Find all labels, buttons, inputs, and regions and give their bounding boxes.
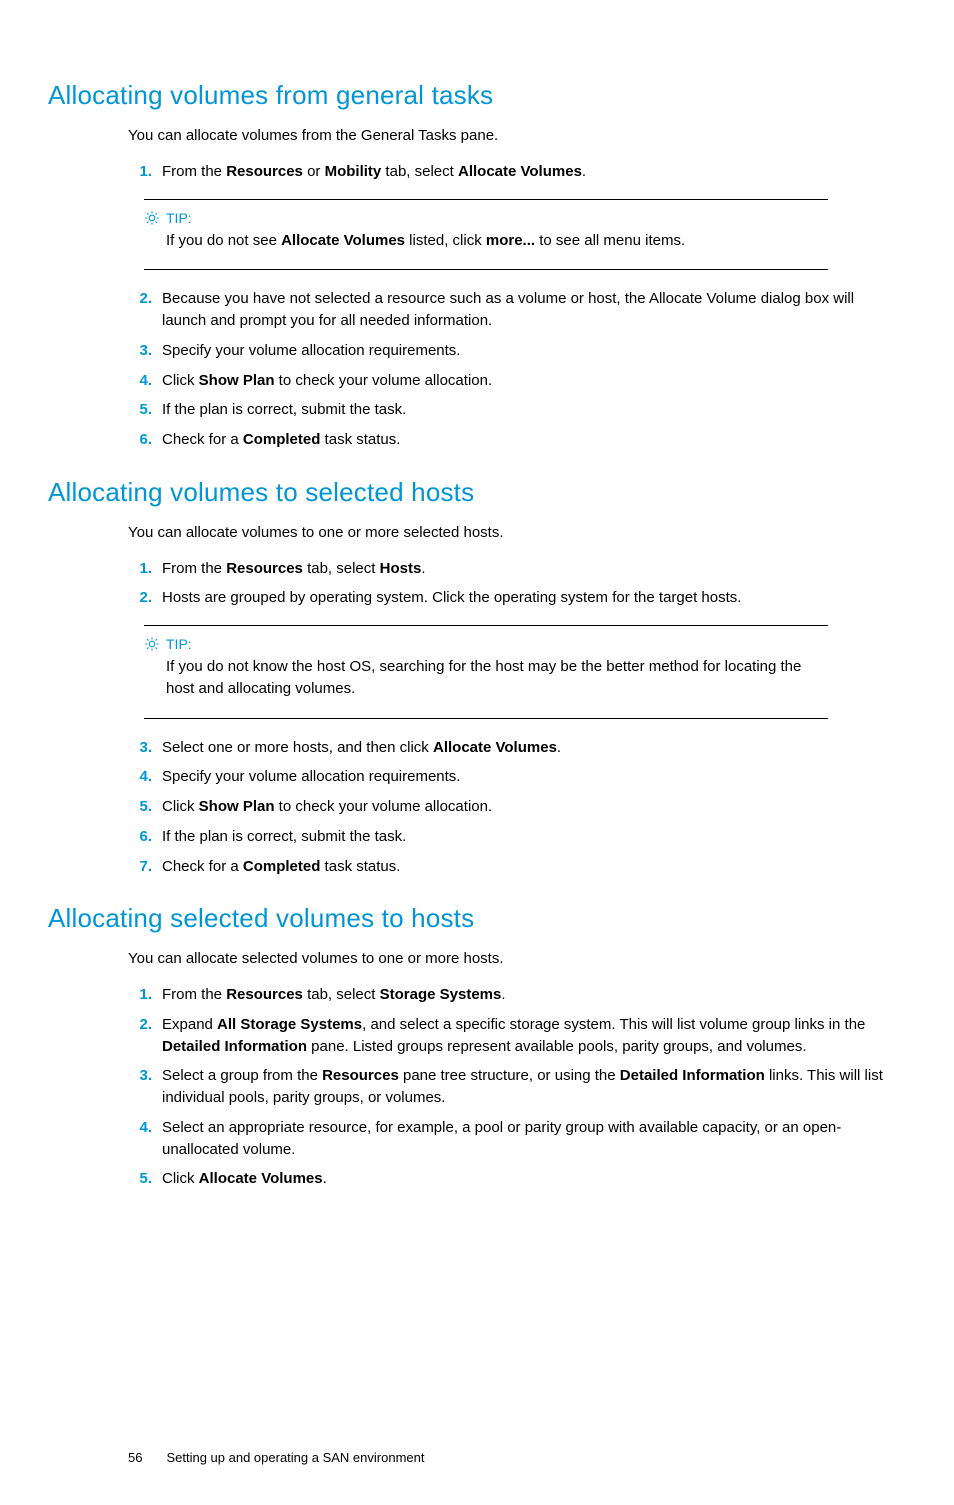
step-number: 5. bbox=[128, 796, 152, 818]
step-item: 3. Select a group from the Resources pane… bbox=[128, 1065, 894, 1109]
page-footer: 56 Setting up and operating a SAN environ… bbox=[128, 1450, 894, 1465]
section-heading: Allocating volumes to selected hosts bbox=[48, 477, 894, 508]
step-list: 3. Select one or more hosts, and then cli… bbox=[128, 737, 894, 878]
step-text: Select a group from the Resources pane t… bbox=[162, 1067, 883, 1106]
step-text: Click Allocate Volumes. bbox=[162, 1170, 327, 1187]
step-text: Check for a Completed task status. bbox=[162, 858, 400, 875]
step-text: If the plan is correct, submit the task. bbox=[162, 401, 406, 418]
tip-box: TIP: If you do not see Allocate Volumes l… bbox=[144, 199, 828, 271]
step-number: 2. bbox=[128, 587, 152, 609]
step-item: 4. Select an appropriate resource, for ex… bbox=[128, 1117, 894, 1161]
step-text: Check for a Completed task status. bbox=[162, 431, 400, 448]
step-item: 3. Select one or more hosts, and then cli… bbox=[128, 737, 894, 759]
section-heading: Allocating selected volumes to hosts bbox=[48, 903, 894, 934]
step-number: 7. bbox=[128, 856, 152, 878]
step-item: 7. Check for a Completed task status. bbox=[128, 856, 894, 878]
step-text: Hosts are grouped by operating system. C… bbox=[162, 589, 741, 606]
step-number: 6. bbox=[128, 429, 152, 451]
lightbulb-icon bbox=[144, 636, 160, 652]
step-number: 4. bbox=[128, 766, 152, 788]
tip-body: If you do not know the host OS, searchin… bbox=[166, 656, 824, 700]
step-item: 1. From the Resources tab, select Hosts. bbox=[128, 558, 894, 580]
step-text: Because you have not selected a resource… bbox=[162, 290, 854, 329]
step-text: From the Resources tab, select Hosts. bbox=[162, 560, 425, 577]
step-text: Click Show Plan to check your volume all… bbox=[162, 372, 492, 389]
tip-body: If you do not see Allocate Volumes liste… bbox=[166, 230, 824, 252]
chapter-title: Setting up and operating a SAN environme… bbox=[166, 1450, 424, 1465]
step-item: 5. If the plan is correct, submit the tas… bbox=[128, 399, 894, 421]
step-item: 5. Click Allocate Volumes. bbox=[128, 1168, 894, 1190]
step-item: 5. Click Show Plan to check your volume a… bbox=[128, 796, 894, 818]
step-item: 1. From the Resources or Mobility tab, se… bbox=[128, 161, 894, 183]
page-number: 56 bbox=[128, 1450, 142, 1465]
step-number: 2. bbox=[128, 1014, 152, 1036]
step-list: 2. Because you have not selected a resour… bbox=[128, 288, 894, 451]
step-number: 3. bbox=[128, 737, 152, 759]
step-item: 3. Specify your volume allocation require… bbox=[128, 340, 894, 362]
step-item: 2. Hosts are grouped by operating system.… bbox=[128, 587, 894, 609]
step-item: 6. If the plan is correct, submit the tas… bbox=[128, 826, 894, 848]
tip-label: TIP: bbox=[166, 636, 192, 652]
step-list: 1. From the Resources tab, select Storage… bbox=[128, 984, 894, 1190]
step-item: 4. Specify your volume allocation require… bbox=[128, 766, 894, 788]
step-number: 5. bbox=[128, 1168, 152, 1190]
document-page: Allocating volumes from general tasks You… bbox=[0, 0, 954, 1505]
step-number: 5. bbox=[128, 399, 152, 421]
section-heading: Allocating volumes from general tasks bbox=[48, 80, 894, 111]
section-intro: You can allocate selected volumes to one… bbox=[128, 948, 894, 970]
step-number: 1. bbox=[128, 984, 152, 1006]
step-text: Select one or more hosts, and then click… bbox=[162, 739, 561, 756]
step-number: 3. bbox=[128, 1065, 152, 1087]
step-item: 2. Expand All Storage Systems, and select… bbox=[128, 1014, 894, 1058]
step-number: 6. bbox=[128, 826, 152, 848]
step-item: 2. Because you have not selected a resour… bbox=[128, 288, 894, 332]
step-text: From the Resources tab, select Storage S… bbox=[162, 986, 506, 1003]
step-number: 3. bbox=[128, 340, 152, 362]
step-item: 4. Click Show Plan to check your volume a… bbox=[128, 370, 894, 392]
tip-header: TIP: bbox=[144, 636, 824, 652]
section-intro: You can allocate volumes to one or more … bbox=[128, 522, 894, 544]
lightbulb-icon bbox=[144, 210, 160, 226]
step-number: 4. bbox=[128, 1117, 152, 1139]
tip-label: TIP: bbox=[166, 210, 192, 226]
step-number: 4. bbox=[128, 370, 152, 392]
step-text: Expand All Storage Systems, and select a… bbox=[162, 1016, 865, 1055]
step-number: 1. bbox=[128, 161, 152, 183]
step-item: 1. From the Resources tab, select Storage… bbox=[128, 984, 894, 1006]
step-text: Select an appropriate resource, for exam… bbox=[162, 1119, 841, 1158]
step-list: 1. From the Resources or Mobility tab, se… bbox=[128, 161, 894, 183]
step-number: 2. bbox=[128, 288, 152, 310]
step-item: 6. Check for a Completed task status. bbox=[128, 429, 894, 451]
step-text: Specify your volume allocation requireme… bbox=[162, 768, 460, 785]
section-intro: You can allocate volumes from the Genera… bbox=[128, 125, 894, 147]
step-text: From the Resources or Mobility tab, sele… bbox=[162, 163, 586, 180]
step-number: 1. bbox=[128, 558, 152, 580]
step-text: Specify your volume allocation requireme… bbox=[162, 342, 460, 359]
step-text: If the plan is correct, submit the task. bbox=[162, 828, 406, 845]
step-list: 1. From the Resources tab, select Hosts. 2… bbox=[128, 558, 894, 610]
tip-box: TIP: If you do not know the host OS, sear… bbox=[144, 625, 828, 719]
tip-header: TIP: bbox=[144, 210, 824, 226]
step-text: Click Show Plan to check your volume all… bbox=[162, 798, 492, 815]
